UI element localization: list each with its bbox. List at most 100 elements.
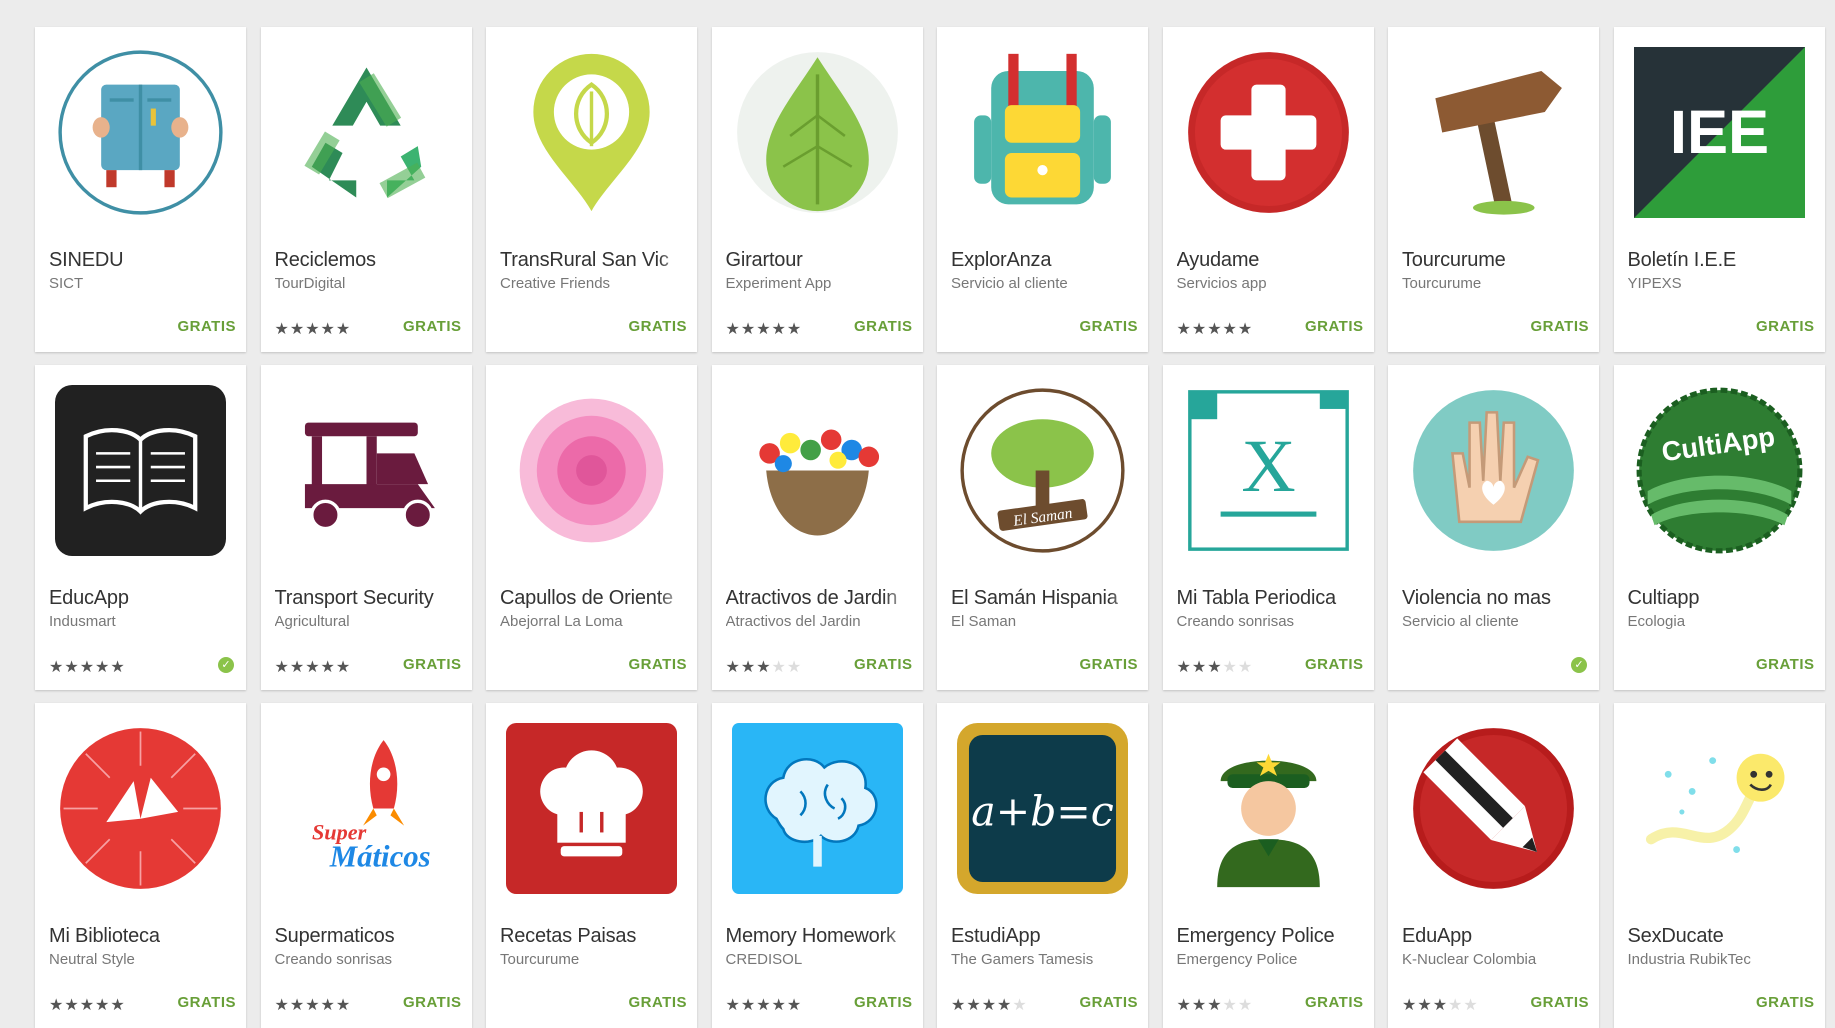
price-label[interactable]: GRATIS — [1079, 994, 1138, 1011]
app-developer[interactable]: Experiment App — [726, 275, 914, 292]
app-title[interactable]: Reciclemos — [275, 249, 463, 272]
price-label[interactable]: GRATIS — [854, 994, 913, 1011]
app-developer[interactable]: Emergency Police — [1177, 951, 1365, 968]
app-developer[interactable]: Creando sonrisas — [275, 951, 463, 968]
app-title[interactable]: SINEDU — [49, 249, 237, 272]
app-developer[interactable]: Servicio al cliente — [951, 275, 1139, 292]
price-label[interactable]: GRATIS — [403, 318, 462, 335]
app-title[interactable]: ExplorAnza — [951, 249, 1139, 272]
app-card[interactable]: Transport Security Agricultural ★★★★★ GR… — [260, 365, 472, 690]
app-developer[interactable]: TourDigital — [275, 275, 463, 292]
app-developer[interactable]: Servicio al cliente — [1402, 613, 1590, 630]
app-developer[interactable]: Neutral Style — [49, 951, 237, 968]
app-card[interactable]: Atractivos de Jardin Atractivos del Jard… — [711, 365, 923, 690]
price-label[interactable]: GRATIS — [854, 656, 913, 673]
price-label[interactable]: GRATIS — [1530, 994, 1589, 1011]
app-card[interactable]: SINEDU SICT GRATIS — [35, 27, 246, 352]
library-book-icon[interactable] — [55, 723, 226, 894]
app-card[interactable]: Tourcurume Tourcurume GRATIS — [1388, 27, 1599, 352]
flower-basket-icon[interactable] — [732, 385, 903, 556]
app-developer[interactable]: The Gamers Tamesis — [951, 951, 1139, 968]
chalkboard-icon[interactable]: a+b=c — [957, 723, 1128, 894]
app-developer[interactable]: Creative Friends — [500, 275, 688, 292]
flower-icon[interactable] — [506, 385, 677, 556]
app-title[interactable]: Girartour — [726, 249, 914, 272]
app-card[interactable]: El Saman El Samán Hispania El Saman GRAT… — [937, 365, 1148, 690]
app-developer[interactable]: Tourcurume — [500, 951, 688, 968]
book-reader-icon[interactable] — [55, 47, 226, 218]
cultiapp-logo-icon[interactable]: CultiApp — [1634, 385, 1805, 556]
price-label[interactable]: GRATIS — [177, 318, 236, 335]
price-label[interactable]: GRATIS — [1079, 318, 1138, 335]
chef-hat-icon[interactable] — [506, 723, 677, 894]
app-developer[interactable]: CREDISOL — [726, 951, 914, 968]
app-card[interactable]: SexDucate Industria RubikTec GRATIS — [1613, 703, 1825, 1028]
tuk-tuk-icon[interactable] — [281, 385, 452, 556]
price-label[interactable]: GRATIS — [854, 318, 913, 335]
app-card[interactable]: Emergency Police Emergency Police ★★★★★ … — [1162, 703, 1374, 1028]
price-label[interactable]: GRATIS — [403, 656, 462, 673]
app-card[interactable]: TransRural San Vic Creative Friends GRAT… — [486, 27, 697, 352]
hand-heart-icon[interactable] — [1408, 385, 1579, 556]
price-label[interactable]: GRATIS — [628, 318, 687, 335]
app-title[interactable]: Emergency Police — [1177, 925, 1365, 948]
tree-icon[interactable]: El Saman — [957, 385, 1128, 556]
app-title[interactable]: SexDucate — [1628, 925, 1816, 948]
price-label[interactable]: GRATIS — [1305, 656, 1364, 673]
app-card[interactable]: X Mi Tabla Periodica Creando sonrisas ★★… — [1162, 365, 1374, 690]
app-title[interactable]: Atractivos de Jardin — [726, 587, 914, 610]
app-developer[interactable]: Abejorral La Loma — [500, 613, 688, 630]
app-developer[interactable]: Tourcurume — [1402, 275, 1590, 292]
signpost-icon[interactable] — [1408, 47, 1579, 218]
price-label[interactable]: GRATIS — [1756, 994, 1815, 1011]
app-title[interactable]: Mi Biblioteca — [49, 925, 237, 948]
app-card[interactable]: Ayudame Servicios app ★★★★★ GRATIS — [1162, 27, 1374, 352]
price-label[interactable]: GRATIS — [177, 994, 236, 1011]
app-developer[interactable]: Servicios app — [1177, 275, 1365, 292]
app-developer[interactable]: Creando sonrisas — [1177, 613, 1365, 630]
app-card[interactable]: a+b=c EstudiApp The Gamers Tamesis ★★★★★… — [937, 703, 1148, 1028]
app-title[interactable]: Capullos de Oriente — [500, 587, 688, 610]
app-title[interactable]: Mi Tabla Periodica — [1177, 587, 1365, 610]
price-label[interactable]: GRATIS — [1756, 656, 1815, 673]
app-title[interactable]: Cultiapp — [1628, 587, 1816, 610]
police-officer-icon[interactable] — [1183, 723, 1354, 894]
app-card[interactable]: Memory Homework CREDISOL ★★★★★ GRATIS — [711, 703, 923, 1028]
app-title[interactable]: EstudiApp — [951, 925, 1139, 948]
price-label[interactable]: GRATIS — [1756, 318, 1815, 335]
sperm-icon[interactable] — [1634, 723, 1805, 894]
app-developer[interactable]: Atractivos del Jardin — [726, 613, 914, 630]
app-title[interactable]: EducApp — [49, 587, 237, 610]
app-title[interactable]: El Samán Hispania — [951, 587, 1139, 610]
app-card[interactable]: Recetas Paisas Tourcurume GRATIS — [486, 703, 697, 1028]
price-label[interactable]: GRATIS — [1305, 318, 1364, 335]
price-label[interactable]: GRATIS — [403, 994, 462, 1011]
app-developer[interactable]: El Saman — [951, 613, 1139, 630]
app-card[interactable]: Super Máticos Supermaticos Creando sonri… — [260, 703, 472, 1028]
app-title[interactable]: Transport Security — [275, 587, 463, 610]
app-card[interactable]: ExplorAnza Servicio al cliente GRATIS — [937, 27, 1148, 352]
app-title[interactable]: Supermaticos — [275, 925, 463, 948]
app-title[interactable]: Violencia no mas — [1402, 587, 1590, 610]
app-title[interactable]: Memory Homework — [726, 925, 914, 948]
price-label[interactable]: GRATIS — [1079, 656, 1138, 673]
app-card[interactable]: Girartour Experiment App ★★★★★ GRATIS — [711, 27, 923, 352]
price-label[interactable]: GRATIS — [1305, 994, 1364, 1011]
price-label[interactable]: GRATIS — [628, 656, 687, 673]
app-developer[interactable]: Ecologia — [1628, 613, 1816, 630]
app-card[interactable]: Capullos de Oriente Abejorral La Loma GR… — [486, 365, 697, 690]
medical-cross-icon[interactable] — [1183, 47, 1354, 218]
app-card[interactable]: Reciclemos TourDigital ★★★★★ GRATIS — [260, 27, 472, 352]
app-developer[interactable]: Indusmart — [49, 613, 237, 630]
app-title[interactable]: Ayudame — [1177, 249, 1365, 272]
pencil-icon[interactable] — [1408, 723, 1579, 894]
backpack-icon[interactable] — [957, 47, 1128, 218]
leaf-icon[interactable] — [732, 47, 903, 218]
leaf-pin-icon[interactable] — [506, 47, 677, 218]
app-card[interactable]: EducApp Indusmart ★★★★★ ✓ — [35, 365, 246, 690]
app-title[interactable]: EduApp — [1402, 925, 1590, 948]
app-title[interactable]: Boletín I.E.E — [1628, 249, 1816, 272]
app-title[interactable]: TransRural San Vic — [500, 249, 688, 272]
app-developer[interactable]: K-Nuclear Colombia — [1402, 951, 1590, 968]
price-label[interactable]: GRATIS — [1530, 318, 1589, 335]
